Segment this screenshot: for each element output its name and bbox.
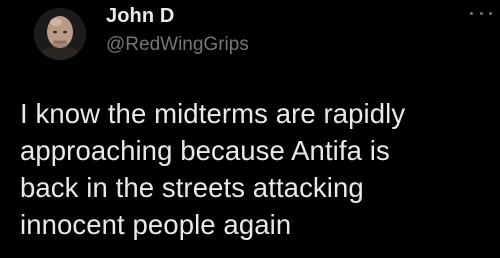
dot (479, 11, 483, 15)
avatar[interactable] (34, 8, 86, 60)
dot (470, 11, 473, 15)
more-options-icon[interactable] (470, 6, 492, 20)
tweet-text: I know the midterms are rapidly approach… (20, 98, 406, 240)
user-handle[interactable]: @RedWingGrips (106, 33, 249, 57)
dot (489, 11, 492, 15)
bald-man-avatar-icon (34, 8, 86, 60)
display-name[interactable]: John D (106, 4, 249, 28)
author-info: John D @RedWingGrips (106, 4, 249, 57)
tweet-card: John D @RedWingGrips I know the midterms… (0, 0, 500, 258)
